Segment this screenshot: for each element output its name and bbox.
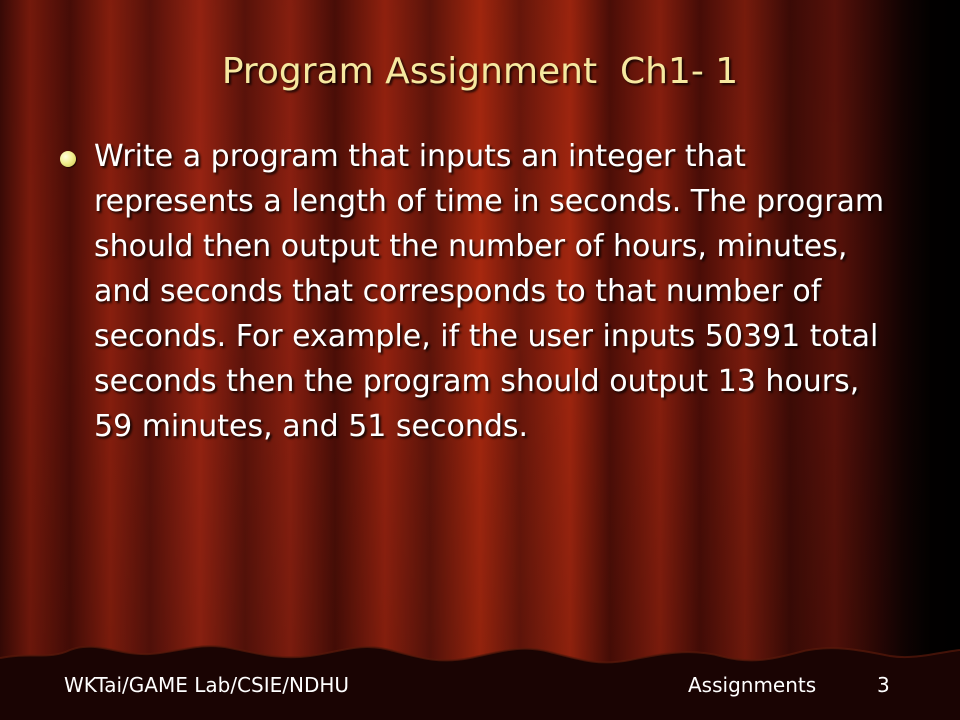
footer-author: WKTai/GAME Lab/CSIE/NDHU xyxy=(64,673,350,697)
bullet-dot-icon xyxy=(60,151,76,167)
footer-section: Assignments xyxy=(688,673,817,697)
bullet-text: Write a program that inputs an integer t… xyxy=(94,139,885,444)
slide: Program Assignment Ch1- 1 Write a progra… xyxy=(0,0,960,720)
slide-title: Program Assignment Ch1- 1 xyxy=(221,51,739,92)
page-number: 3 xyxy=(877,673,890,697)
